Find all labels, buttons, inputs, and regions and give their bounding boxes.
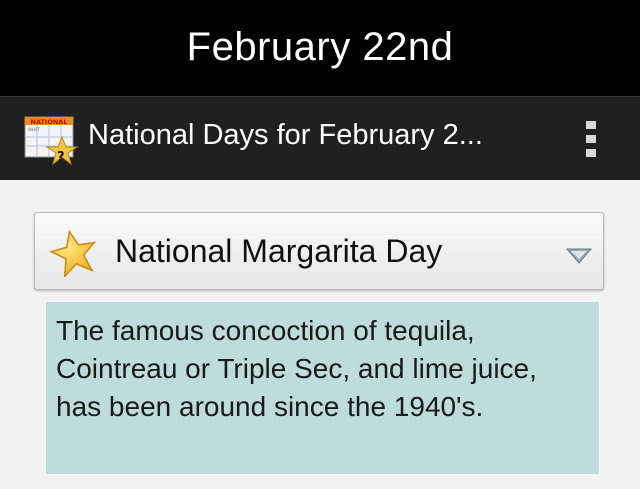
title-bar: February 22nd bbox=[0, 0, 640, 96]
description-text: The famous concoction of tequila, Cointr… bbox=[56, 315, 537, 422]
action-bar: NATIONAL WHAT ? National Days for Februa… bbox=[0, 96, 640, 180]
spinner-selected-label: National Margarita Day bbox=[115, 233, 443, 269]
overflow-dot bbox=[586, 135, 596, 143]
overflow-dot bbox=[586, 121, 596, 129]
national-day-spinner[interactable]: National Margarita Day bbox=[34, 212, 604, 290]
calendar-star-question-icon[interactable]: NATIONAL WHAT ? bbox=[24, 115, 80, 167]
app-icon-label: NATIONAL bbox=[31, 118, 68, 126]
app-icon-sublabel: WHAT bbox=[28, 127, 40, 132]
action-bar-title: National Days for February 2... bbox=[88, 119, 483, 151]
description-box: The famous concoction of tequila, Cointr… bbox=[46, 302, 599, 474]
overflow-menu-icon[interactable] bbox=[580, 119, 600, 159]
content-area: National Margarita Day The famous concoc… bbox=[0, 180, 640, 489]
app-icon-question: ? bbox=[57, 150, 65, 165]
page-title: February 22nd bbox=[186, 24, 454, 69]
star-icon bbox=[49, 229, 97, 277]
chevron-down-icon bbox=[565, 248, 593, 264]
overflow-dot bbox=[586, 149, 596, 157]
